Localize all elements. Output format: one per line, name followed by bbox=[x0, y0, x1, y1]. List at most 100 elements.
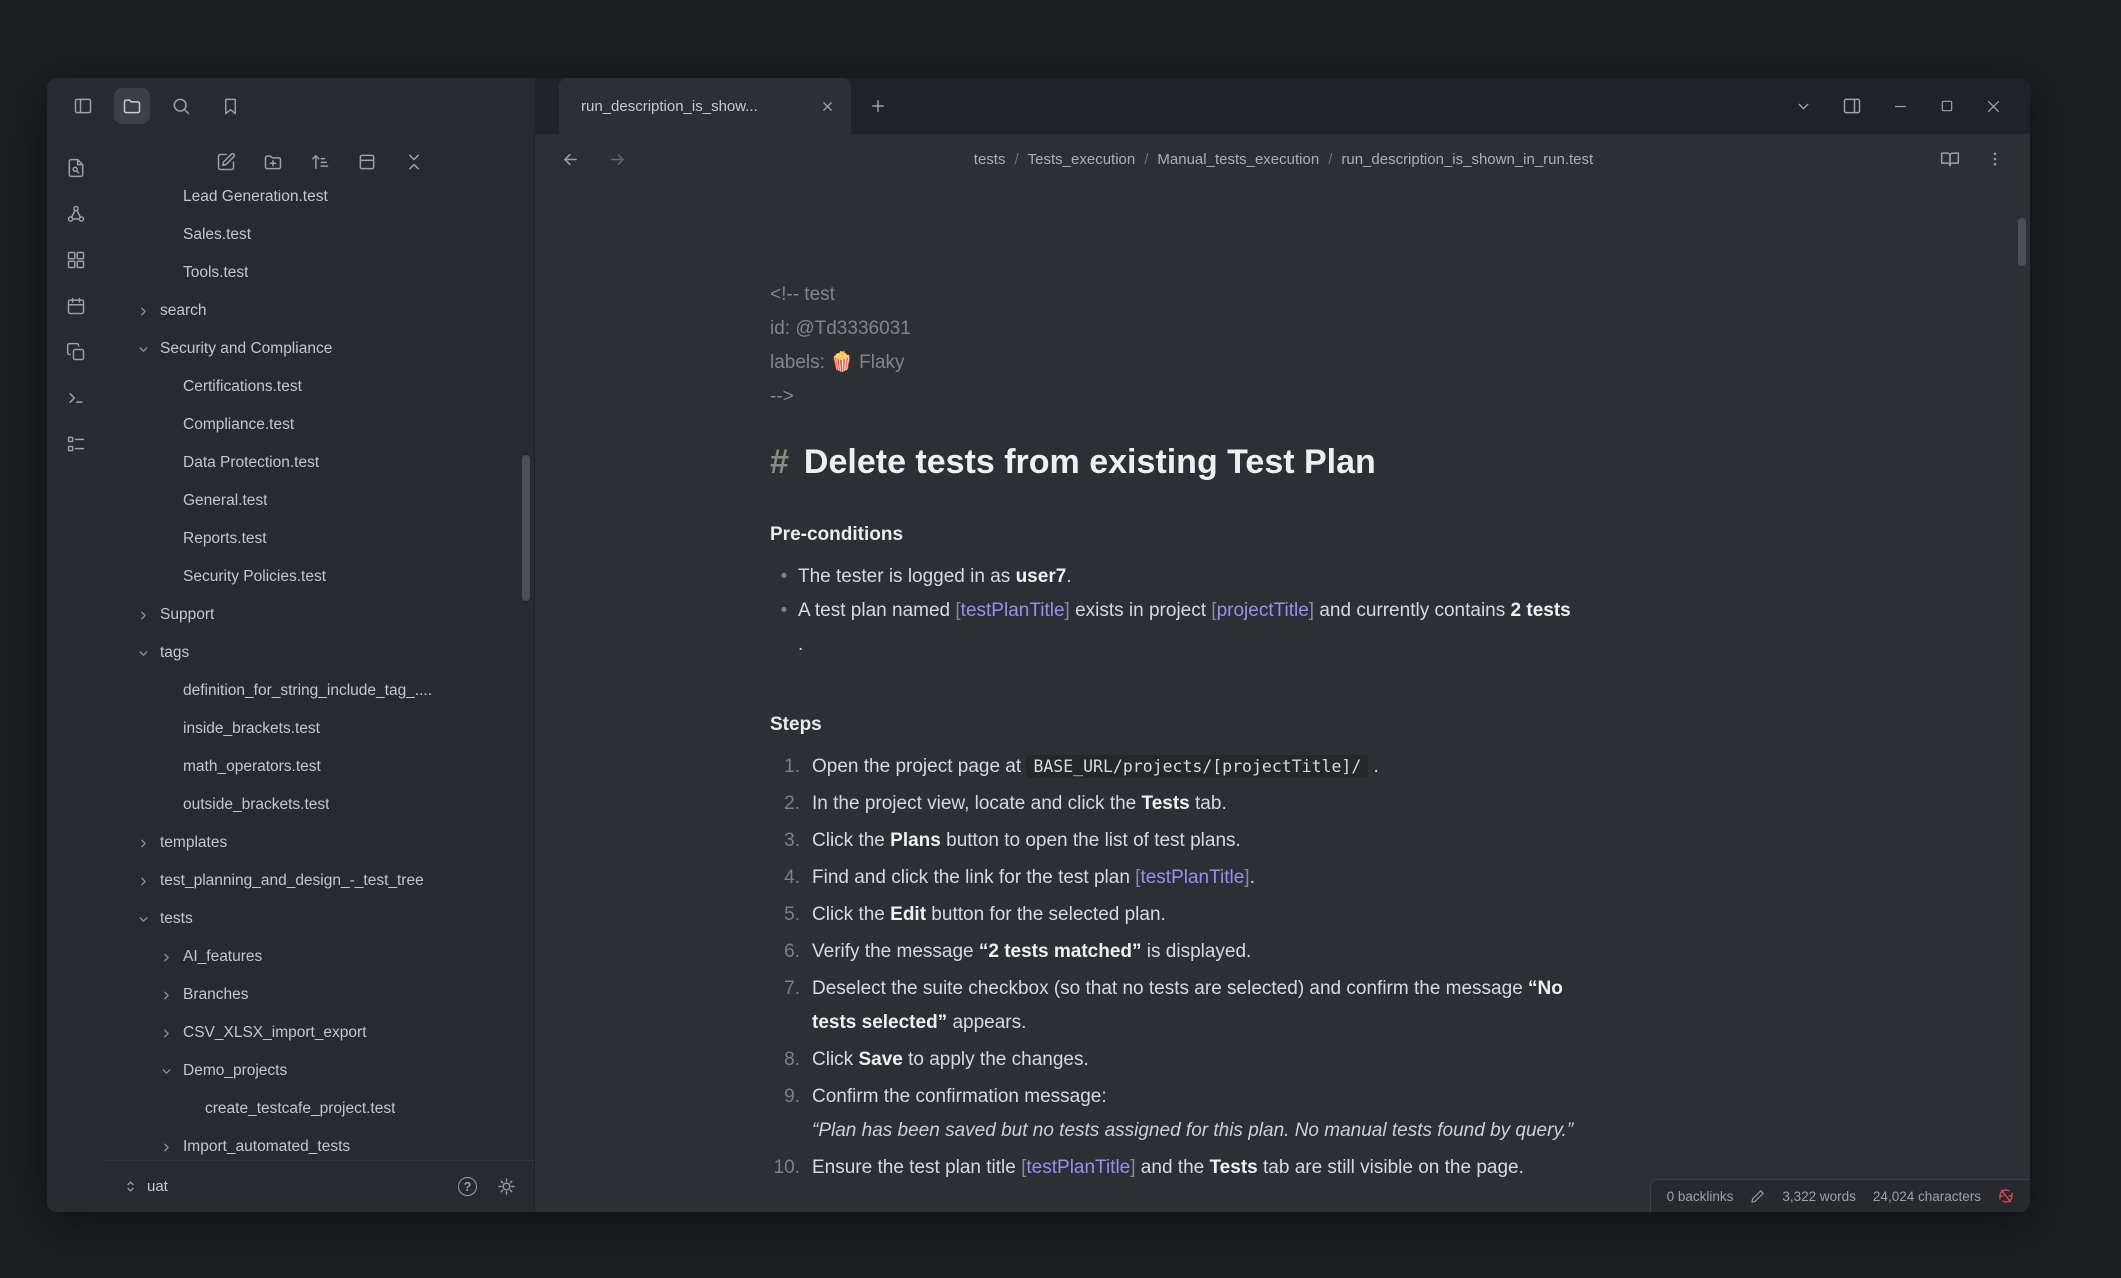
comment-line: --> bbox=[770, 380, 1840, 414]
chevron-down-icon[interactable] bbox=[1795, 98, 1812, 115]
tree-folder[interactable]: Support bbox=[105, 596, 534, 634]
text-segment: Tests bbox=[1142, 793, 1190, 814]
comment-line: <!-- test bbox=[770, 278, 1840, 312]
tree-folder[interactable]: tests bbox=[105, 900, 534, 938]
edit-mode-pencil-icon[interactable] bbox=[1750, 1189, 1765, 1204]
tree-item-label: tags bbox=[160, 644, 189, 662]
tree-file[interactable]: Security Policies.test bbox=[105, 558, 534, 596]
breadcrumb-segment[interactable]: Tests_execution bbox=[1028, 151, 1136, 168]
vault-folder-icon[interactable] bbox=[114, 88, 150, 124]
tree-file[interactable]: Lead Generation.test bbox=[105, 190, 534, 216]
forward-arrow-icon[interactable] bbox=[608, 150, 627, 169]
file-search-icon[interactable] bbox=[66, 158, 86, 178]
tree-file[interactable]: Tools.test bbox=[105, 254, 534, 292]
new-folder-icon[interactable] bbox=[263, 152, 283, 172]
tree-folder[interactable]: Import_automated_tests bbox=[105, 1128, 534, 1160]
new-note-icon[interactable] bbox=[216, 152, 236, 172]
tree-item-label: Data Protection.test bbox=[183, 454, 319, 472]
reading-mode-icon[interactable] bbox=[1940, 149, 1960, 169]
text-segment: Click the bbox=[812, 830, 890, 851]
app-window: run_description_is_show... bbox=[47, 78, 2030, 1212]
editor-scrollbar-thumb[interactable] bbox=[2018, 218, 2026, 266]
sync-error-icon[interactable] bbox=[1998, 1188, 2014, 1204]
tree-file[interactable]: Data Protection.test bbox=[105, 444, 534, 482]
step-item: 5.Click the Edit button for the selected… bbox=[770, 898, 1840, 932]
editor-content[interactable]: <!-- testid: @Td3336031labels: 🍿 Flaky--… bbox=[535, 184, 2030, 1212]
tree-file[interactable]: Certifications.test bbox=[105, 368, 534, 406]
backlinks-count[interactable]: 0 backlinks bbox=[1667, 1189, 1734, 1204]
sidebar-scrollbar-thumb[interactable] bbox=[522, 455, 530, 601]
internal-link[interactable]: projectTitle bbox=[1217, 600, 1309, 621]
breadcrumb-segment[interactable]: tests bbox=[974, 151, 1006, 168]
tree-folder[interactable]: Demo_projects bbox=[105, 1052, 534, 1090]
tree-file[interactable]: outside_brackets.test bbox=[105, 786, 534, 824]
minimize-button[interactable] bbox=[1892, 98, 1909, 115]
collapse-all-icon[interactable] bbox=[404, 152, 424, 172]
layout-grid-icon[interactable] bbox=[66, 250, 86, 270]
new-tab-icon[interactable] bbox=[869, 97, 887, 115]
tree-item-label: Demo_projects bbox=[183, 1062, 287, 1080]
tree-item-label: Compliance.test bbox=[183, 416, 294, 434]
text-segment: Open the project page at bbox=[812, 756, 1026, 777]
step-number: 5. bbox=[770, 898, 800, 932]
templates-copy-icon[interactable] bbox=[66, 342, 86, 362]
active-tab[interactable]: run_description_is_show... bbox=[559, 78, 851, 134]
close-button[interactable] bbox=[1985, 98, 2002, 115]
vault-switcher[interactable]: uat bbox=[123, 1178, 168, 1195]
breadcrumb-segment[interactable]: run_description_is_shown_in_run.test bbox=[1341, 151, 1593, 168]
calendar-icon[interactable] bbox=[66, 296, 86, 316]
layout-list-icon[interactable] bbox=[66, 434, 86, 454]
help-icon[interactable]: ? bbox=[458, 1177, 477, 1196]
breadcrumb: tests/Tests_execution/Manual_tests_execu… bbox=[627, 151, 1940, 168]
panel-right-toggle-icon[interactable] bbox=[1842, 96, 1862, 116]
tree-folder[interactable]: tags bbox=[105, 634, 534, 672]
editor-pane: tests/Tests_execution/Manual_tests_execu… bbox=[535, 134, 2030, 1212]
tree-folder[interactable]: search bbox=[105, 292, 534, 330]
bookmark-icon[interactable] bbox=[212, 88, 248, 124]
search-icon[interactable] bbox=[163, 88, 199, 124]
maximize-button[interactable] bbox=[1939, 98, 1955, 114]
back-arrow-icon[interactable] bbox=[561, 150, 580, 169]
chevron-right-icon bbox=[160, 989, 183, 1002]
step-item: 1.Open the project page at BASE_URL/proj… bbox=[770, 750, 1840, 784]
sort-order-icon[interactable] bbox=[310, 152, 330, 172]
step-item: 6.Verify the message “2 tests matched” i… bbox=[770, 935, 1840, 969]
step-text: Verify the message “2 tests matched” is … bbox=[812, 935, 1840, 969]
internal-link[interactable]: testPlanTitle bbox=[1140, 867, 1244, 888]
tree-item-label: search bbox=[160, 302, 207, 320]
tree-folder[interactable]: test_planning_and_design_-_test_tree bbox=[105, 862, 534, 900]
tree-folder[interactable]: CSV_XLSX_import_export bbox=[105, 1014, 534, 1052]
precondition-text: The tester is logged in as user7. bbox=[798, 560, 1840, 594]
graph-view-icon[interactable] bbox=[66, 204, 86, 224]
internal-link[interactable]: testPlanTitle bbox=[961, 600, 1065, 621]
text-segment: “No bbox=[1528, 978, 1563, 999]
panel-left-toggle-icon[interactable] bbox=[65, 88, 101, 124]
tree-file[interactable]: General.test bbox=[105, 482, 534, 520]
settings-gear-icon[interactable] bbox=[497, 1177, 516, 1196]
step-number: 2. bbox=[770, 787, 800, 821]
step-number: 8. bbox=[770, 1043, 800, 1077]
tree-folder[interactable]: Branches bbox=[105, 976, 534, 1014]
tree-file[interactable]: Compliance.test bbox=[105, 406, 534, 444]
tree-file[interactable]: inside_brackets.test bbox=[105, 710, 534, 748]
breadcrumb-segment[interactable]: Manual_tests_execution bbox=[1157, 151, 1319, 168]
tree-file[interactable]: Reports.test bbox=[105, 520, 534, 558]
tree-item-label: CSV_XLSX_import_export bbox=[183, 1024, 367, 1042]
tree-folder[interactable]: templates bbox=[105, 824, 534, 862]
comment-line: id: @Td3336031 bbox=[770, 312, 1840, 346]
file-tree-inner: Lead Generation.testSales.testTools.test… bbox=[105, 190, 534, 1160]
tree-folder[interactable]: Security and Compliance bbox=[105, 330, 534, 368]
more-options-icon[interactable] bbox=[1986, 150, 2004, 168]
tree-file[interactable]: Sales.test bbox=[105, 216, 534, 254]
internal-link[interactable]: testPlanTitle bbox=[1026, 1157, 1130, 1178]
tree-file[interactable]: definition_for_string_include_tag_.... bbox=[105, 672, 534, 710]
change-view-icon[interactable] bbox=[357, 152, 377, 172]
chevron-right-icon bbox=[137, 875, 160, 888]
terminal-icon[interactable] bbox=[66, 388, 86, 408]
tab-close-icon[interactable] bbox=[820, 99, 835, 114]
tree-file[interactable]: create_testcafe_project.test bbox=[105, 1090, 534, 1128]
text-segment: tests selected” bbox=[812, 1012, 947, 1033]
tree-file[interactable]: math_operators.test bbox=[105, 748, 534, 786]
tree-folder[interactable]: AI_features bbox=[105, 938, 534, 976]
tree-item-label: Reports.test bbox=[183, 530, 267, 548]
